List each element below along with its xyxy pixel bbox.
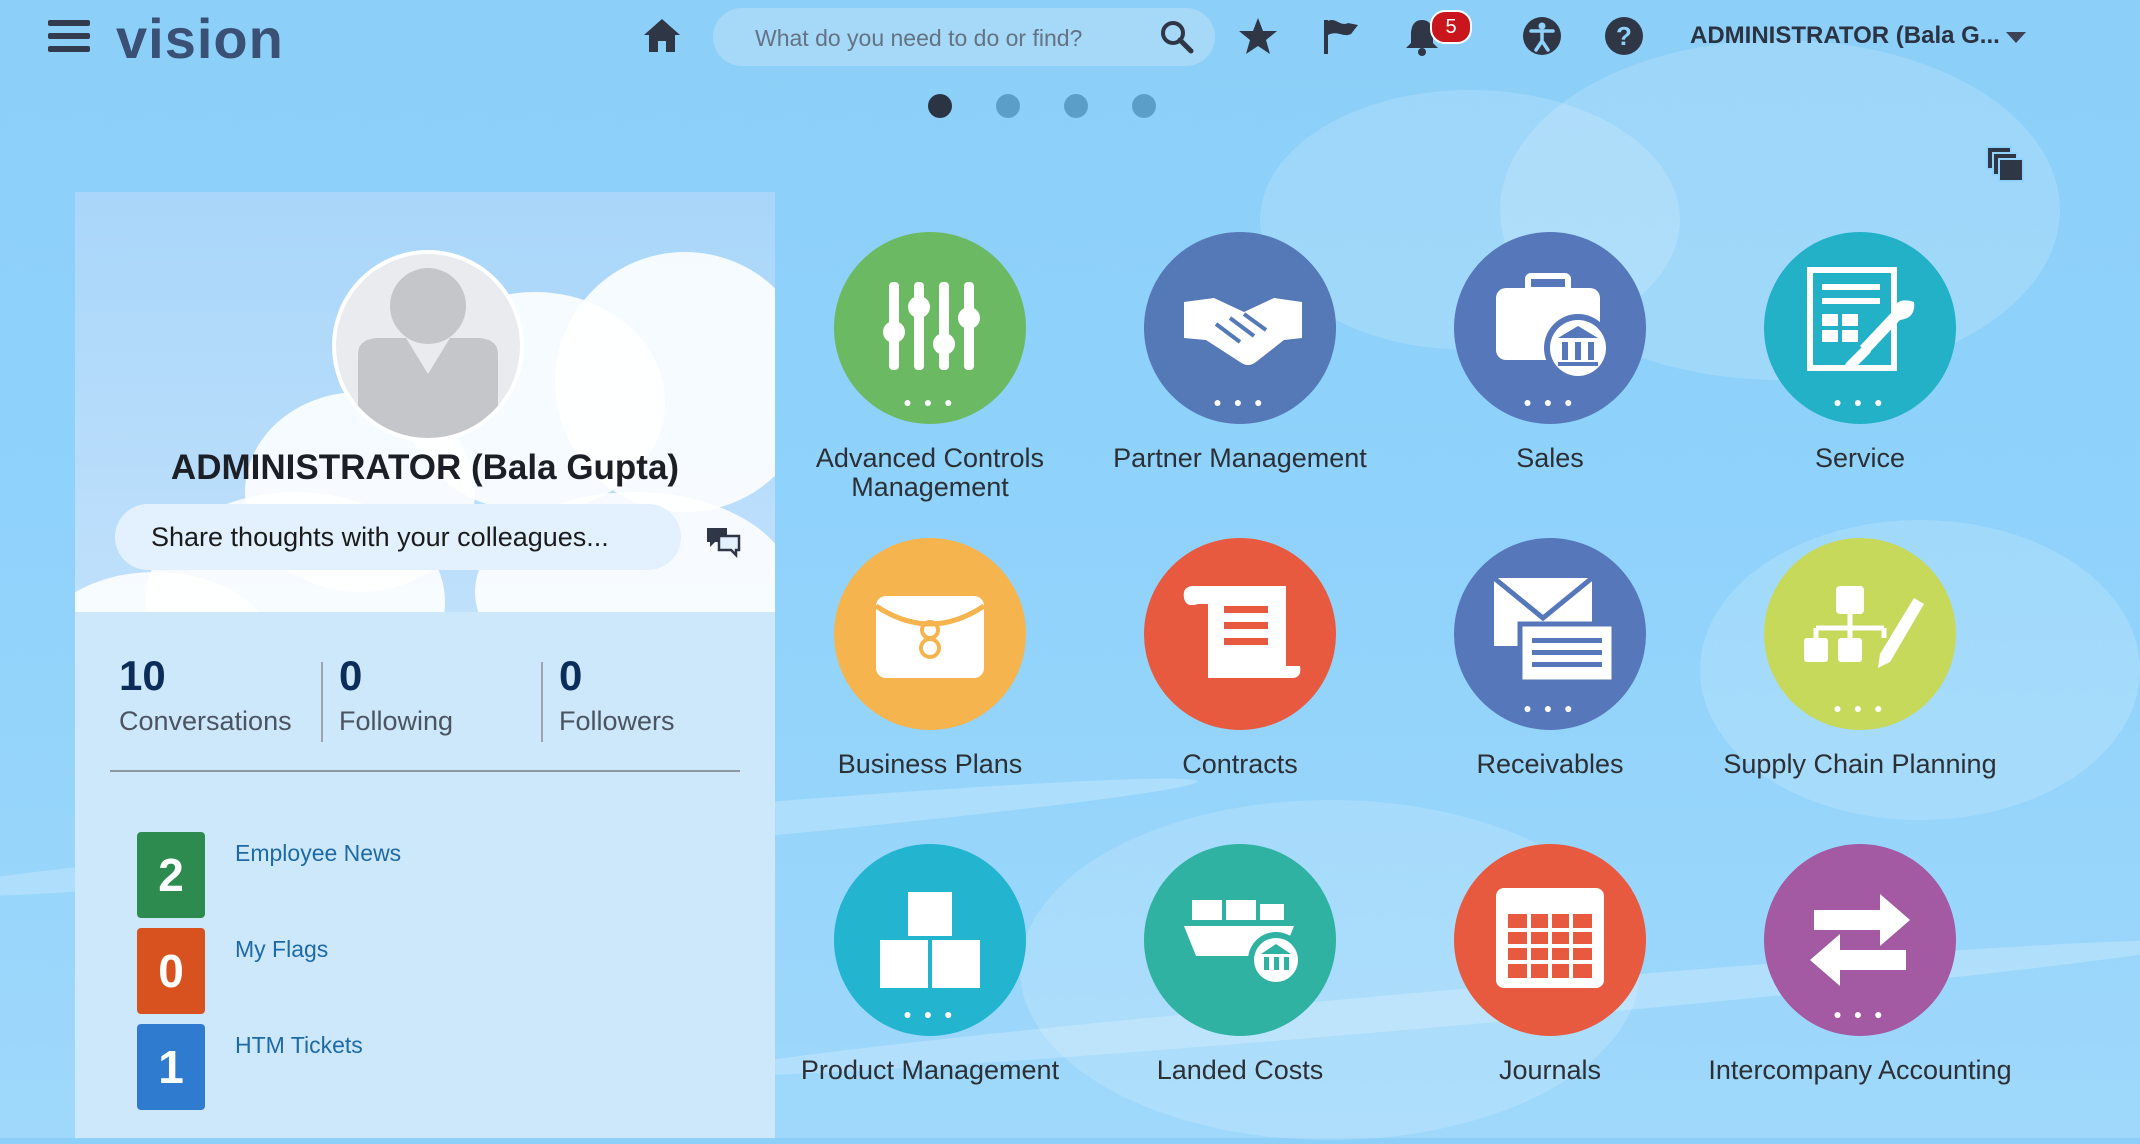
more-options-icon: ● ● ●: [1523, 394, 1577, 410]
carousel-dot[interactable]: [928, 94, 952, 118]
htm-tickets-count[interactable]: 1: [137, 1024, 205, 1110]
profile-banner: ADMINISTRATOR (Bala Gupta) Share thought…: [75, 192, 775, 612]
stat-label: Following: [339, 706, 454, 736]
org-chart-pencil-icon: ● ● ●: [1764, 538, 1956, 730]
more-options-icon: ● ● ●: [903, 1006, 957, 1022]
conversation-bubbles-icon[interactable]: [705, 526, 741, 563]
app-tile-landed-costs[interactable]: Landed Costs: [1082, 844, 1392, 1144]
app-label: Product Management: [800, 1055, 1060, 1085]
stat-label: Followers: [559, 706, 675, 736]
app-tile-service[interactable]: ● ● ● Service: [1702, 232, 2012, 532]
app-tile-partner-management[interactable]: ● ● ● Partner Management: [1082, 232, 1392, 532]
scroll-icon: [1144, 538, 1336, 730]
share-thoughts-input[interactable]: Share thoughts with your colleagues...: [115, 504, 681, 570]
more-options-icon: ● ● ●: [1833, 700, 1887, 716]
notification-count-badge: 5: [1430, 10, 1472, 44]
app-tile-supply-chain-planning[interactable]: ● ● ● Supply Chain Planning: [1702, 538, 2012, 838]
accessibility-icon[interactable]: [1520, 14, 1564, 58]
more-options-icon: ● ● ●: [903, 394, 957, 410]
more-options-icon: ● ● ●: [1213, 394, 1267, 410]
more-options-icon: ● ● ●: [1523, 700, 1577, 716]
handshake-icon: ● ● ●: [1144, 232, 1336, 424]
home-icon[interactable]: [640, 14, 684, 58]
search-input[interactable]: [753, 8, 1157, 68]
my-flags-link[interactable]: My Flags: [235, 936, 328, 963]
stacked-cards-icon[interactable]: [1985, 145, 2025, 185]
htm-tickets-link[interactable]: HTM Tickets: [235, 1032, 363, 1059]
app-label: Business Plans: [837, 749, 1023, 779]
app-tile-product-management[interactable]: ● ● ● Product Management: [772, 844, 1082, 1144]
app-label: Landed Costs: [1156, 1055, 1324, 1085]
stat-conversations[interactable]: 10 Conversations: [119, 654, 292, 737]
app-label: Intercompany Accounting: [1708, 1055, 2012, 1085]
app-label: Sales: [1516, 443, 1584, 473]
app-label: Supply Chain Planning: [1723, 749, 1997, 779]
global-header: vision 5 ? ADMINISTRATOR (Bala G...: [0, 0, 2140, 76]
app-tile-sales[interactable]: ● ● ● Sales: [1392, 232, 1702, 532]
avatar[interactable]: [332, 250, 524, 442]
more-options-icon: ● ● ●: [1833, 1006, 1887, 1022]
chevron-down-icon[interactable]: [2006, 32, 2026, 43]
app-label: Advanced Controls Management: [815, 443, 1045, 502]
briefcase-bank-icon: ● ● ●: [1454, 232, 1646, 424]
app-tile-contracts[interactable]: Contracts: [1082, 538, 1392, 838]
app-tile-receivables[interactable]: ● ● ● Receivables: [1392, 538, 1702, 838]
carousel-dot[interactable]: [1064, 94, 1088, 118]
app-tile-journals[interactable]: Journals: [1392, 844, 1702, 1144]
app-tile-advanced-controls-management[interactable]: ● ● ● Advanced Controls Management: [772, 232, 1082, 532]
help-icon[interactable]: ?: [1602, 14, 1646, 58]
satchel-icon: [834, 538, 1026, 730]
envelope-invoice-icon: ● ● ●: [1454, 538, 1646, 730]
profile-name: ADMINISTRATOR (Bala Gupta): [170, 448, 680, 487]
app-label: Journals: [1498, 1055, 1602, 1085]
star-icon[interactable]: [1236, 14, 1280, 58]
stat-divider: [321, 662, 323, 742]
cargo-ship-icon: [1144, 844, 1336, 1036]
app-tile-intercompany-accounting[interactable]: ● ● ● Intercompany Accounting: [1702, 844, 2012, 1144]
form-wrench-icon: ● ● ●: [1764, 232, 1956, 424]
stat-label: Conversations: [119, 706, 292, 736]
app-label: Partner Management: [1113, 443, 1367, 473]
divider: [110, 770, 740, 772]
boxes-icon: ● ● ●: [834, 844, 1026, 1036]
stat-value: 0: [339, 652, 363, 699]
svg-text:?: ?: [1616, 21, 1632, 51]
employee-news-link[interactable]: Employee News: [235, 840, 401, 867]
stat-value: 10: [119, 652, 166, 699]
app-label: Contracts: [1182, 749, 1298, 779]
carousel-dot[interactable]: [1132, 94, 1156, 118]
global-search: [713, 8, 1215, 68]
stat-following[interactable]: 0 Following: [339, 654, 453, 737]
search-icon[interactable]: [1159, 19, 1195, 60]
user-menu[interactable]: ADMINISTRATOR (Bala G...: [1690, 22, 2000, 50]
app-label: Service: [1814, 443, 1906, 473]
vision-logo[interactable]: vision: [116, 6, 284, 71]
profile-panel: ADMINISTRATOR (Bala Gupta) Share thought…: [75, 192, 775, 1138]
app-tile-business-plans[interactable]: Business Plans: [772, 538, 1082, 838]
more-options-icon: ● ● ●: [1833, 394, 1887, 410]
flag-icon[interactable]: [1318, 14, 1362, 58]
hamburger-menu-icon[interactable]: [48, 20, 90, 54]
stat-value: 0: [559, 652, 583, 699]
carousel-dot[interactable]: [996, 94, 1020, 118]
app-label: Receivables: [1476, 749, 1624, 779]
stat-followers[interactable]: 0 Followers: [559, 654, 675, 737]
employee-news-count[interactable]: 2: [137, 832, 205, 918]
exchange-arrows-icon: ● ● ●: [1764, 844, 1956, 1036]
ledger-grid-icon: [1454, 844, 1646, 1036]
sliders-icon: ● ● ●: [834, 232, 1026, 424]
stat-divider: [541, 662, 543, 742]
my-flags-count[interactable]: 0: [137, 928, 205, 1014]
